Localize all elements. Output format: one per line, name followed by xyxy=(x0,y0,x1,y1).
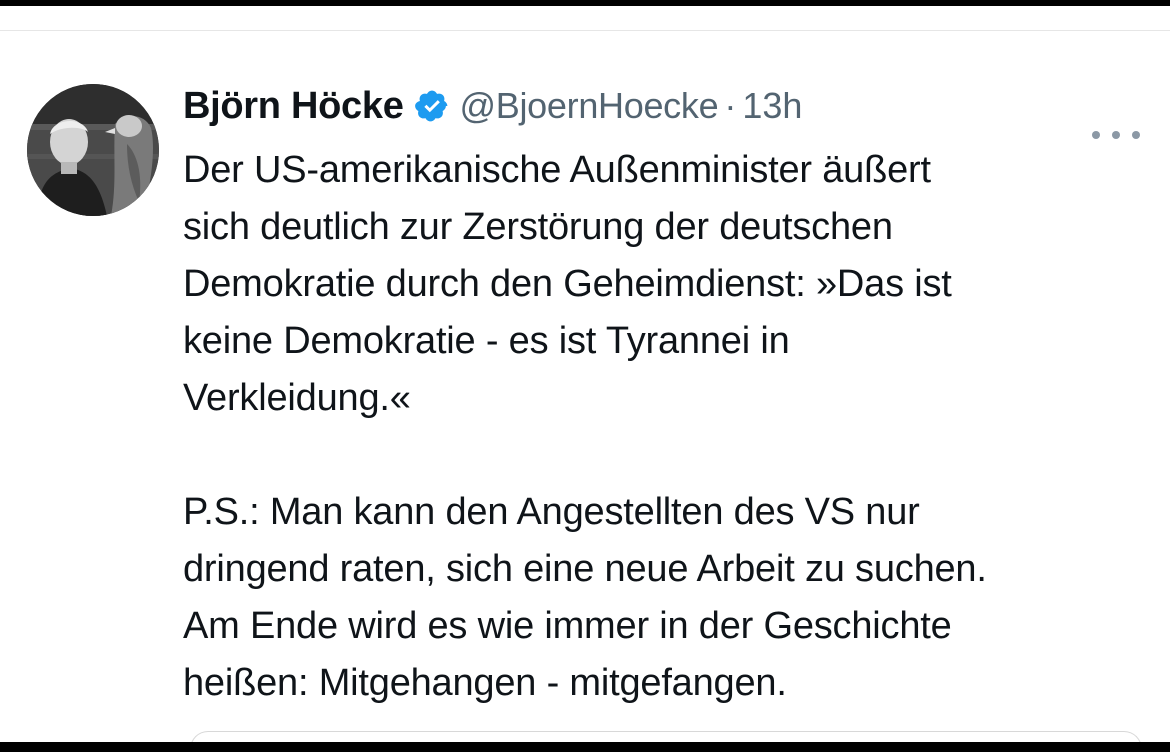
avatar-photo xyxy=(27,84,159,216)
timestamp[interactable]: 13h xyxy=(742,85,802,127)
display-name[interactable]: Björn Höcke xyxy=(183,85,404,128)
more-dot xyxy=(1092,131,1100,139)
text-line: heißen: Mitgehangen - mitgefangen. xyxy=(183,662,787,704)
text-line: sich deutlich zur Zerstörung der deutsch… xyxy=(183,206,893,248)
more-dot xyxy=(1112,131,1120,139)
bottom-frame-bar xyxy=(0,742,1170,752)
text-line: dringend raten, sich eine neue Arbeit zu… xyxy=(183,548,987,590)
text-line: keine Demokratie - es ist Tyrannei in xyxy=(183,320,790,362)
tweet-paragraph-2: P.S.: Man kann den Angestellten des VS n… xyxy=(183,484,1158,712)
verified-badge-icon xyxy=(414,88,450,124)
top-frame-bar xyxy=(0,0,1170,6)
text-line: P.S.: Man kann den Angestellten des VS n… xyxy=(183,491,920,533)
tweet-header: Björn Höcke @BjoernHoecke · 13h xyxy=(183,83,802,129)
avatar[interactable] xyxy=(27,84,159,216)
text-line: Am Ende wird es wie immer in der Geschic… xyxy=(183,605,952,647)
tweet-paragraph-1: Der US-amerikanische Außenminister äußer… xyxy=(183,142,1158,427)
tweet-text: Der US-amerikanische Außenminister äußer… xyxy=(183,142,1158,712)
tweet[interactable]: Björn Höcke @BjoernHoecke · 13h Der US-a… xyxy=(0,31,1170,742)
text-line: Der US-amerikanische Außenminister äußer… xyxy=(183,149,931,191)
more-dot xyxy=(1132,131,1140,139)
text-line: Demokratie durch den Geheimdienst: »Das … xyxy=(183,263,952,305)
separator-dot: · xyxy=(724,85,737,126)
handle[interactable]: @BjoernHoecke xyxy=(460,85,719,127)
text-line: Verkleidung.« xyxy=(183,377,411,419)
